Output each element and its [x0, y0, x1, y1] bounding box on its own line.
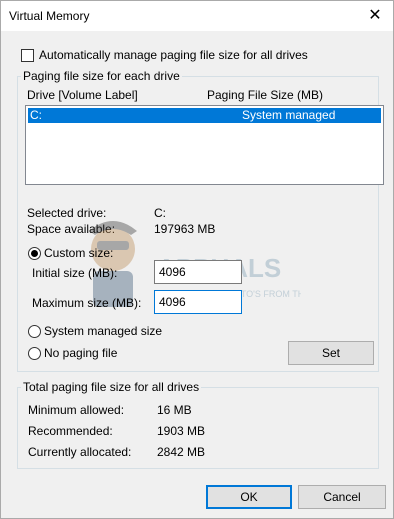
maximum-size-input[interactable]: 4096	[154, 290, 242, 314]
paging-group-title: Paging file size for each drive	[21, 69, 182, 83]
initial-size-input[interactable]: 4096	[154, 260, 242, 284]
drive-list[interactable]: C: System managed	[25, 105, 384, 185]
close-icon[interactable]: ✕	[363, 4, 387, 28]
auto-manage-checkbox[interactable]	[21, 49, 34, 62]
recommended-value: 1903 MB	[157, 424, 206, 438]
space-available-value: 197963 MB	[154, 222, 216, 236]
set-button[interactable]: Set	[288, 341, 374, 365]
list-item-size: System managed	[242, 108, 336, 122]
initial-size-label: Initial size (MB):	[32, 266, 118, 280]
total-group-title: Total paging file size for all drives	[21, 380, 202, 394]
window-title: Virtual Memory	[9, 9, 90, 23]
minimum-allowed-label: Minimum allowed:	[28, 403, 125, 417]
no-paging-file-label[interactable]: No paging file	[44, 346, 117, 360]
recommended-label: Recommended:	[28, 424, 113, 438]
virtual-memory-dialog: Virtual Memory ✕ Automatically manage pa…	[0, 0, 394, 519]
title-bar: Virtual Memory ✕	[1, 1, 393, 31]
drive-column-header: Drive [Volume Label]	[27, 88, 138, 102]
selected-drive-label: Selected drive:	[27, 206, 107, 220]
ok-button[interactable]: OK	[206, 485, 292, 509]
currently-allocated-value: 2842 MB	[157, 445, 206, 459]
custom-size-radio[interactable]	[28, 247, 41, 260]
size-column-header: Paging File Size (MB)	[207, 88, 324, 102]
maximum-size-label: Maximum size (MB):	[32, 296, 142, 310]
minimum-allowed-value: 16 MB	[157, 403, 192, 417]
list-item-drive: C:	[30, 108, 42, 122]
no-paging-file-radio[interactable]	[28, 347, 41, 360]
space-available-label: Space available:	[27, 222, 116, 236]
list-item[interactable]: C: System managed	[28, 108, 381, 123]
selected-drive-value: C:	[154, 206, 166, 220]
auto-manage-label[interactable]: Automatically manage paging file size fo…	[39, 48, 308, 62]
system-managed-label[interactable]: System managed size	[44, 324, 162, 338]
system-managed-radio[interactable]	[28, 325, 41, 338]
cancel-button[interactable]: Cancel	[298, 485, 386, 509]
custom-size-label[interactable]: Custom size:	[44, 246, 113, 260]
currently-allocated-label: Currently allocated:	[28, 445, 132, 459]
